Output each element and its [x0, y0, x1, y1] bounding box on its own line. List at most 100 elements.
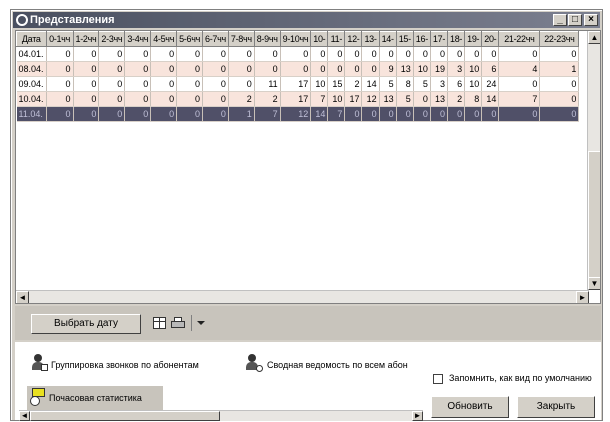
- column-header-hour[interactable]: 14-: [378, 31, 397, 47]
- count-cell: 1: [228, 106, 255, 122]
- toolbar-separator: [191, 315, 192, 331]
- count-cell: 5: [396, 91, 414, 107]
- count-cell: 0: [310, 61, 329, 77]
- minimize-button[interactable]: _: [553, 14, 567, 26]
- nav-hourly-stats-item[interactable]: Почасовая статистика: [27, 386, 163, 410]
- date-cell: 10.04.: [16, 91, 47, 107]
- column-header-hour[interactable]: 2-3чч: [98, 31, 126, 47]
- count-cell: 2: [228, 91, 255, 107]
- count-cell: 0: [447, 106, 466, 122]
- nav-scroll-right-button[interactable]: ►: [412, 411, 423, 421]
- column-header-date[interactable]: Дата: [16, 31, 47, 47]
- clock-calendar-icon: [30, 388, 46, 406]
- calendar-grid-icon[interactable]: [153, 317, 166, 329]
- column-header-hour[interactable]: 13-: [361, 31, 380, 47]
- count-cell: 17: [344, 91, 363, 107]
- date-cell: 04.01.: [16, 46, 47, 62]
- count-cell: 0: [280, 46, 312, 62]
- count-cell: 0: [124, 61, 152, 77]
- table-row[interactable]: 04.01. 0 0 0 0 0 0 0 0 0 0 0 0 0 0 0 0 0 0 0 0 0 0 0: [16, 46, 580, 62]
- refresh-button[interactable]: Обновить: [431, 396, 509, 418]
- toolbar: Выбрать дату: [15, 306, 601, 340]
- count-cell: 0: [396, 106, 414, 122]
- column-header-hour[interactable]: 6-7чч: [201, 31, 229, 47]
- count-cell: 12: [280, 106, 312, 122]
- close-button[interactable]: Закрыть: [517, 396, 595, 418]
- table-row[interactable]: 10.04. 0 0 0 0 0 0 0 2 2 17 7 10 17 12 13 5 0 13 2 8 14 7 0: [16, 91, 580, 107]
- count-cell: 7: [327, 106, 346, 122]
- count-cell: 7: [254, 106, 281, 122]
- column-header-hour[interactable]: 17-: [429, 31, 449, 47]
- count-cell: 11: [254, 76, 281, 92]
- column-header-hour[interactable]: 1-2чч: [72, 31, 100, 47]
- vertical-scroll-thumb[interactable]: [588, 151, 600, 279]
- scroll-right-button[interactable]: ►: [576, 291, 589, 303]
- count-cell: 0: [379, 46, 397, 62]
- count-cell: 24: [481, 76, 500, 92]
- count-cell: 0: [73, 91, 100, 107]
- nav-hourly-stats: Почасовая статистика: [49, 393, 142, 403]
- table-row[interactable]: 11.04. 0 0 0 0 0 0 0 1 7 12 14 7 0 0 0 0 0 0 0 0 0 0 0: [16, 106, 580, 122]
- count-cell: 0: [46, 76, 74, 92]
- column-header-hour[interactable]: 4-5чч: [150, 31, 178, 47]
- table-row[interactable]: 09.04. 0 0 0 0 0 0 0 0 11 17 10 15 2 14 5 8 5 3 6 10 24 0 0: [16, 76, 580, 92]
- count-cell: 0: [202, 106, 229, 122]
- count-cell: 10: [327, 91, 346, 107]
- count-cell: 0: [361, 61, 380, 77]
- scroll-left-button[interactable]: ◄: [16, 291, 29, 303]
- count-cell: 0: [46, 91, 74, 107]
- count-cell: 0: [202, 91, 229, 107]
- count-cell: 14: [361, 76, 380, 92]
- count-cell: 0: [202, 46, 229, 62]
- column-header-hour[interactable]: 10-: [310, 31, 329, 47]
- count-cell: 0: [413, 91, 431, 107]
- count-cell: 0: [73, 76, 100, 92]
- column-header-hour[interactable]: 8-9чч: [253, 31, 281, 47]
- column-header-hour[interactable]: 7-8чч: [227, 31, 255, 47]
- count-cell: 15: [327, 76, 346, 92]
- nav-scrollbar[interactable]: ◄ ►: [19, 410, 423, 421]
- column-header-hour[interactable]: 9-10чч: [279, 31, 312, 47]
- date-cell: 08.04.: [16, 61, 47, 77]
- nav-scroll-left-button[interactable]: ◄: [19, 411, 30, 421]
- printer-icon[interactable]: [171, 317, 185, 329]
- dropdown-arrow-icon[interactable]: [197, 321, 205, 325]
- column-header-hour[interactable]: 18-: [447, 31, 466, 47]
- count-cell: 0: [98, 91, 126, 107]
- column-header-hour[interactable]: 16-: [412, 31, 431, 47]
- column-header-hour[interactable]: 0-1чч: [45, 31, 74, 47]
- scroll-up-button[interactable]: ▲: [588, 31, 600, 44]
- column-header-hour[interactable]: 22-23чч: [539, 31, 580, 47]
- vertical-scrollbar[interactable]: ▲ ▼: [587, 31, 600, 290]
- count-cell: 0: [150, 91, 178, 107]
- count-cell: 10: [310, 76, 329, 92]
- count-cell: 7: [310, 91, 329, 107]
- count-cell: 0: [124, 91, 152, 107]
- nav-scroll-thumb[interactable]: [30, 411, 220, 421]
- column-header-hour[interactable]: 12-: [344, 31, 363, 47]
- count-cell: 0: [73, 61, 100, 77]
- count-cell: 2: [254, 91, 281, 107]
- count-cell: 10: [464, 76, 483, 92]
- count-cell: 0: [124, 46, 152, 62]
- column-header-hour[interactable]: 15-: [395, 31, 414, 47]
- column-header-hour[interactable]: 11-: [327, 31, 346, 47]
- count-cell: 10: [413, 61, 431, 77]
- remember-default-checkbox[interactable]: [433, 374, 443, 384]
- column-header-hour[interactable]: 3-4чч: [124, 31, 152, 47]
- table-row[interactable]: 08.04. 0 0 0 0 0 0 0 0 0 0 0 0 0 0 9 13 10 19 3 10 6 4 1: [16, 61, 580, 77]
- count-cell: 0: [176, 106, 203, 122]
- horizontal-scrollbar[interactable]: ◄ ►: [16, 290, 589, 303]
- column-header-hour[interactable]: 21-22чч: [498, 31, 541, 47]
- scroll-down-button[interactable]: ▼: [588, 277, 600, 290]
- count-cell: 5: [379, 76, 397, 92]
- nav-group-by-subscribers[interactable]: Группировка звонков по абонентам: [51, 360, 199, 370]
- nav-summary-all[interactable]: Сводная ведомость по всем абон: [267, 360, 408, 370]
- close-window-button[interactable]: ×: [584, 14, 598, 26]
- column-header-hour[interactable]: 19-: [464, 31, 483, 47]
- stats-grid[interactable]: Дата 0-1чч 1-2чч 2-3чч 3-4чч 4-5чч 5-6чч 6-7чч 7…: [15, 30, 601, 304]
- column-header-hour[interactable]: 20-: [481, 31, 500, 47]
- select-date-button[interactable]: Выбрать дату: [31, 314, 141, 334]
- maximize-button[interactable]: □: [568, 14, 582, 26]
- column-header-hour[interactable]: 5-6чч: [176, 31, 203, 47]
